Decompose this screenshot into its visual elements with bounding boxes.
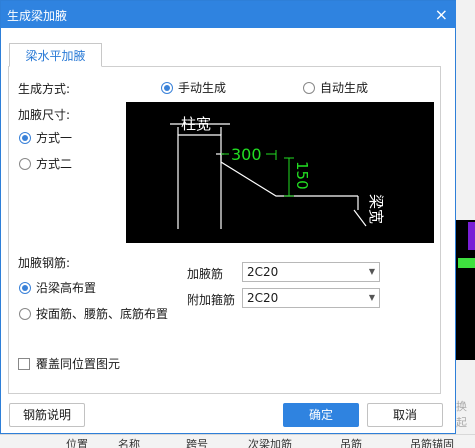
rebar-help-button[interactable]: 钢筋说明 xyxy=(9,403,85,427)
stirrup-select[interactable]: 2C20 ▼ xyxy=(242,288,380,308)
radio-method-one-label: 方式一 xyxy=(36,131,73,145)
dim-150-text: 150 xyxy=(293,161,311,190)
radio-dot xyxy=(19,157,31,170)
haunch-diagram-svg: 柱宽 300 150 梁宽 xyxy=(170,115,385,229)
radio-manual-generate[interactable]: 手动生成 xyxy=(161,79,226,96)
radio-dot-selected xyxy=(161,81,173,94)
radio-auto-label: 自动生成 xyxy=(320,81,369,95)
overwrite-checkbox[interactable]: 覆盖同位置图元 xyxy=(18,355,120,372)
radio-dot-selected xyxy=(19,131,31,144)
column-width-text: 柱宽 xyxy=(181,115,211,133)
bg-col-hanger-anchor: 吊筋锚固 xyxy=(410,438,454,448)
bg-col-name: 名称 xyxy=(118,438,140,448)
checkbox-box xyxy=(18,357,30,370)
bg-col-position: 位置 xyxy=(66,438,88,448)
haunch-diagram: 柱宽 300 150 梁宽 xyxy=(126,102,434,243)
background-table-header: 位置 名称 跨号 次梁加筋 吊筋 吊筋锚固 xyxy=(0,434,475,448)
radio-auto-generate[interactable]: 自动生成 xyxy=(303,79,368,96)
beam-break xyxy=(353,209,367,227)
bg-col-secondary-bar: 次梁加筋 xyxy=(248,438,292,448)
haunch-size-label: 加腋尺寸: xyxy=(18,108,71,122)
chevron-down-icon: ▼ xyxy=(368,267,375,276)
radio-method-two[interactable]: 方式二 xyxy=(19,155,72,172)
haunch-rebar-label: 加腋钢筋: xyxy=(18,256,71,270)
radio-along-beam-height[interactable]: 沿梁高布置 xyxy=(19,279,96,296)
dialog-title: 生成梁加腋 xyxy=(7,9,68,23)
radio-manual-label: 手动生成 xyxy=(178,81,227,95)
cancel-button[interactable]: 取消 xyxy=(367,403,443,427)
generation-method-label: 生成方式: xyxy=(18,82,71,96)
dialog-titlebar[interactable]: 生成梁加腋 × xyxy=(1,1,456,28)
radio-method-one[interactable]: 方式一 xyxy=(19,129,72,146)
background-purple-element xyxy=(468,222,475,250)
radio-by-face-label: 按面筋、腰筋、底筋布置 xyxy=(36,307,169,321)
radio-dot xyxy=(303,81,315,94)
stirrup-label: 附加箍筋 xyxy=(187,293,236,307)
chevron-down-icon: ▼ xyxy=(368,293,375,302)
dim-300-text: 300 xyxy=(231,145,262,164)
radio-dot xyxy=(19,307,31,320)
radio-dot-selected xyxy=(19,281,31,294)
stirrup-value: 2C20 xyxy=(247,291,279,305)
haunch-bar-select[interactable]: 2C20 ▼ xyxy=(242,262,380,282)
bg-col-hanger: 吊筋 xyxy=(340,438,362,448)
beam-width-text: 梁宽 xyxy=(367,194,385,224)
tab-horizontal-haunch[interactable]: 梁水平加腋 xyxy=(9,43,102,67)
haunch-bar-label: 加腋筋 xyxy=(187,267,224,281)
radio-method-two-label: 方式二 xyxy=(36,157,73,171)
background-green-element xyxy=(458,258,475,268)
column-outline xyxy=(177,134,222,229)
radio-by-face-bars[interactable]: 按面筋、腰筋、底筋布置 xyxy=(19,305,168,322)
haunch-bar-value: 2C20 xyxy=(247,265,279,279)
generate-haunch-dialog: 生成梁加腋 × 梁水平加腋 生成方式: 手动生成 自动生成 加腋尺寸: 方式一 … xyxy=(0,0,456,434)
radio-along-beam-label: 沿梁高布置 xyxy=(36,281,97,295)
ok-button[interactable]: 确定 xyxy=(283,403,359,427)
background-faint-text: 换起 xyxy=(456,400,467,429)
close-icon[interactable]: × xyxy=(435,5,448,24)
bg-col-span: 跨号 xyxy=(186,438,208,448)
overwrite-label: 覆盖同位置图元 xyxy=(36,357,121,371)
background-app-right: 换起 xyxy=(456,0,475,447)
